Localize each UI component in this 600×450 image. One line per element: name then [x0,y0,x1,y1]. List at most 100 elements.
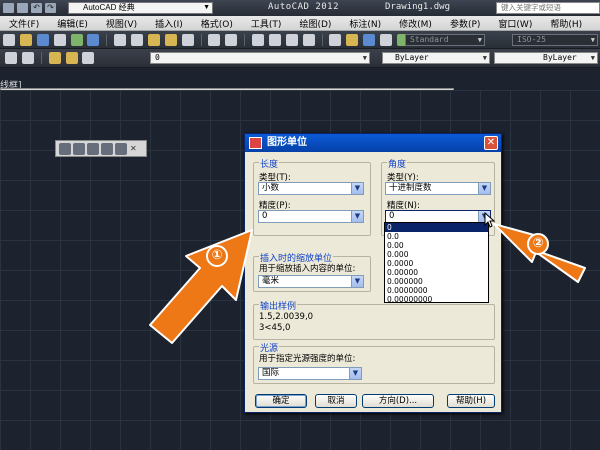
layer-freeze-icon[interactable] [65,52,78,64]
tool-icon-5[interactable] [115,142,127,155]
angle-precision-dropdown: 0 0.0 0.00 0.000 0.0000 0.00000 0.000000… [384,222,489,304]
precision-option[interactable]: 0.00000000 [385,295,488,304]
workspace-select[interactable]: AutoCAD 经典 ▼ [68,2,213,14]
app-title: AutoCAD 2012 [268,2,340,12]
open-file-icon[interactable] [19,34,32,46]
precision-option[interactable]: 0.000000 [385,277,488,286]
title-bar: ↶ ↷ AutoCAD 经典 ▼ AutoCAD 2012 Drawing1.d… [0,0,600,16]
linetype-value: ByLayer [543,53,577,62]
precision-option[interactable]: 0.00000 [385,268,488,277]
layer-state-icon[interactable] [21,52,34,64]
color-select[interactable]: ByLayer ▼ [382,52,490,64]
menu-edit[interactable]: 编辑(E) [48,17,97,30]
tool-icon-4[interactable] [101,142,113,155]
ok-button[interactable]: 确定 [255,394,307,408]
precision-option[interactable]: 0 [385,223,488,232]
menu-draw[interactable]: 绘图(D) [290,17,340,30]
tool-icon-2[interactable] [73,142,85,155]
length-type-select[interactable]: 小数 ▼ [258,182,364,195]
print-icon[interactable] [53,34,66,46]
tool-icon-1[interactable] [59,142,71,155]
help-button[interactable]: 帮助(H) [447,394,495,408]
cancel-button[interactable]: 取消 [315,394,357,408]
chevron-down-icon: ▼ [349,368,361,379]
app-menu-icon[interactable] [3,3,14,13]
linetype-select[interactable]: ByLayer ▼ [494,52,598,64]
chevron-down-icon: ▼ [351,211,363,222]
design-center-icon[interactable] [346,34,359,46]
menu-format[interactable]: 格式(O) [192,17,242,30]
dialog-title: 图形单位 [245,134,501,152]
chevron-down-icon: ▼ [203,4,210,11]
precision-option[interactable]: 0.0 [385,232,488,241]
precision-option[interactable]: 0.000 [385,250,488,259]
chevron-down-icon: ▼ [590,54,595,62]
publish-icon[interactable] [87,34,100,46]
cut-icon[interactable] [114,34,127,46]
copy-icon[interactable] [131,34,143,46]
quick-access-toolbar: ↶ ↷ [0,3,56,13]
properties-icon[interactable] [329,34,342,46]
insert-scale-label: 用于缩放插入内容的单位: [259,264,356,274]
sample-output-line2: 3<45,0 [259,323,291,333]
layer-on-icon[interactable] [48,52,61,64]
chevron-down-icon: ▼ [351,183,363,194]
paste-icon[interactable] [147,34,160,46]
tool-palettes-icon[interactable] [363,34,376,46]
menu-dimension[interactable]: 标注(N) [340,17,390,30]
precision-option[interactable]: 0.0000000 [385,286,488,295]
menu-parameter[interactable]: 参数(P) [441,17,489,30]
angle-group-label: 角度 [387,157,408,170]
precision-option[interactable]: 0.00 [385,241,488,250]
chevron-down-icon: ▼ [351,276,363,287]
menu-insert[interactable]: 插入(I) [146,17,192,30]
length-precision-value: 0 [262,211,268,221]
undo-icon[interactable] [208,34,221,46]
zoom-window-icon[interactable] [285,34,298,46]
direction-button[interactable]: 方向(D)... [362,394,434,408]
tool-icon-3[interactable] [87,142,99,155]
dim-style-select[interactable]: ISO-25 ▼ [512,34,598,46]
text-style-select[interactable]: Standard ▼ [405,34,485,46]
length-group-label: 长度 [259,157,280,170]
menu-tools[interactable]: 工具(T) [242,17,291,30]
lighting-units-select[interactable]: 国际 ▼ [258,367,362,380]
close-icon[interactable]: ✕ [130,144,137,153]
layer-lock-icon[interactable] [82,52,95,64]
sample-output-line1: 1.5,2.0039,0 [259,312,314,322]
toolbar-divider [200,34,202,46]
zoom-previous-icon[interactable] [302,34,315,46]
workspace-value: AutoCAD 经典 [83,3,135,12]
preview-icon[interactable] [70,34,83,46]
angle-type-select[interactable]: 十进制度数 ▼ [385,182,491,195]
pan-icon[interactable] [252,34,264,46]
menu-file[interactable]: 文件(F) [0,17,48,30]
layer-properties-icon[interactable] [5,52,17,64]
menu-help[interactable]: 帮助(H) [541,17,591,30]
new-file-icon[interactable] [3,34,15,46]
match-properties-icon[interactable] [164,34,177,46]
redo-icon[interactable]: ↷ [45,3,56,13]
menu-bar: 文件(F) 编辑(E) 视图(V) 插入(I) 格式(O) 工具(T) 绘图(D… [0,16,600,31]
chevron-down-icon: ▼ [590,36,595,44]
undo-icon[interactable]: ↶ [31,3,42,13]
menu-view[interactable]: 视图(V) [97,17,146,30]
block-editor-icon[interactable] [181,34,194,46]
step-1-badge: ① [206,245,228,267]
chevron-down-icon: ▼ [362,54,367,62]
step-2-badge: ② [527,233,549,255]
menu-window[interactable]: 窗口(W) [489,17,541,30]
insert-scale-select[interactable]: 毫米 ▼ [258,275,364,288]
sheet-set-icon[interactable] [380,34,392,46]
close-button[interactable]: ✕ [484,136,498,150]
redo-icon[interactable] [225,34,238,46]
zoom-realtime-icon[interactable] [268,34,281,46]
length-precision-select[interactable]: 0 ▼ [258,210,364,223]
help-search-input[interactable]: 键入关键字或短语 [496,2,600,14]
precision-option[interactable]: 0.0000 [385,259,488,268]
layer-select[interactable]: 0 ▼ [150,52,370,64]
save-icon[interactable] [36,34,49,46]
chevron-down-icon: ▼ [482,54,487,62]
print-icon[interactable] [17,3,28,13]
menu-modify[interactable]: 修改(M) [390,17,441,30]
